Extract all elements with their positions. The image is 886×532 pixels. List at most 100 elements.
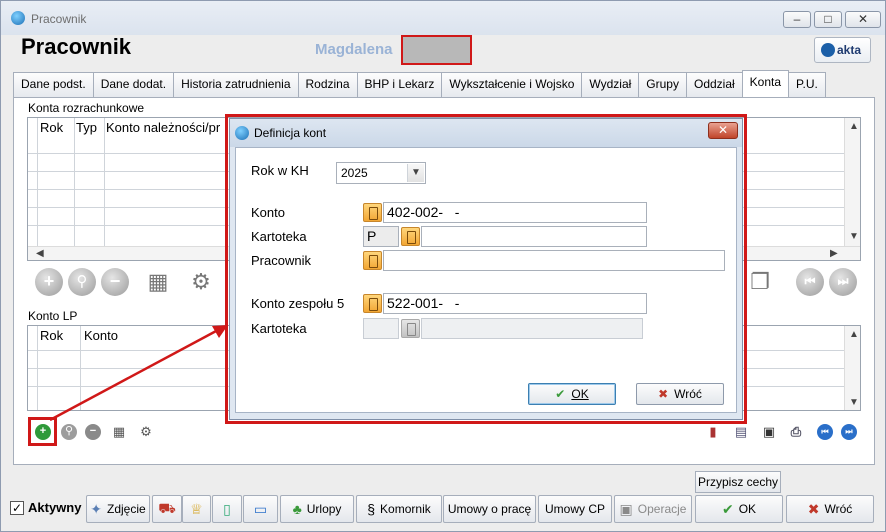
wroc-button[interactable]: ✖ Wróć — [786, 495, 874, 523]
tab-rodzina[interactable]: Rodzina — [297, 72, 358, 97]
konto-zespolu-field[interactable]: 522-001- - — [383, 293, 647, 314]
przypisz-cechy-button[interactable]: Przypisz cechy — [695, 471, 781, 493]
print-icon[interactable]: ⎙ — [788, 424, 804, 440]
zdjecie-button[interactable]: ✦ Zdjęcie — [86, 495, 150, 523]
dialog-wroc-button[interactable]: ✖ Wróć — [636, 383, 724, 405]
chevron-down-icon[interactable]: ▼ — [407, 164, 424, 182]
palm-tree-icon: ♣ — [292, 501, 302, 517]
konto-label: Konto — [251, 205, 285, 220]
pracownik-field[interactable] — [383, 250, 725, 271]
book-icon[interactable]: ▮ — [705, 424, 721, 440]
tab-grupy[interactable]: Grupy — [638, 72, 687, 97]
scroll-down-icon[interactable]: ▼ — [849, 231, 859, 242]
konto-picker-button[interactable] — [363, 203, 382, 222]
ok-button[interactable]: ✔ OK — [695, 495, 783, 523]
rok-label: Rok w KH — [251, 163, 309, 178]
tab-dane-podst[interactable]: Dane podst. — [13, 72, 94, 97]
column-header-typ[interactable]: Typ — [76, 120, 97, 135]
tab-dane-dodat[interactable]: Dane dodat. — [92, 72, 175, 97]
add-icon[interactable]: + — [35, 268, 63, 296]
komornik-button[interactable]: § Komornik — [356, 495, 442, 523]
cancel-icon: ✖ — [807, 500, 820, 517]
last-record-icon[interactable]: ⏭ — [829, 268, 857, 296]
trophy-button[interactable]: ♕ — [182, 495, 211, 523]
phone-button[interactable]: ▯ — [212, 495, 242, 523]
monitor-button[interactable]: ▭ — [243, 495, 278, 523]
copy-icon[interactable]: ❐ — [747, 269, 773, 295]
scroll-up-icon[interactable]: ▲ — [849, 121, 859, 132]
kartoteka2-label: Kartoteka — [251, 321, 307, 336]
scroll-up-icon[interactable]: ▲ — [849, 329, 859, 340]
column-header-rok[interactable]: Rok — [40, 328, 63, 343]
phone-icon: ▯ — [223, 500, 231, 517]
kartoteka-type-field[interactable]: P — [363, 226, 399, 247]
filter-icon[interactable]: ▦ — [145, 269, 171, 295]
check-icon: ✔ — [555, 387, 566, 401]
scroll-down-icon[interactable]: ▼ — [849, 397, 859, 408]
vertical-scrollbar[interactable]: ▲ ▼ — [844, 326, 860, 410]
check-icon: ✔ — [721, 500, 734, 517]
kartoteka2-field — [421, 318, 643, 339]
pracownik-label: Pracownik — [251, 253, 311, 268]
column-header-konto-naleznosci[interactable]: Konto należności/pr — [106, 120, 220, 135]
tab-historia-zatrudnienia[interactable]: Historia zatrudnienia — [173, 72, 299, 97]
tab-oddzial[interactable]: Oddział — [685, 72, 743, 97]
konto-zespolu-picker-button[interactable] — [363, 294, 382, 313]
redacted-name-box — [401, 35, 472, 65]
konto-field[interactable]: 402-002- - — [383, 202, 647, 223]
paragraph-icon: § — [367, 501, 376, 517]
search-icon[interactable]: ⚲ — [61, 424, 77, 440]
akta-logo-button[interactable]: akta — [814, 37, 871, 63]
minimize-button[interactable]: – — [783, 11, 811, 28]
first-record-icon[interactable]: ⏮ — [796, 268, 824, 296]
title-bar: Pracownik – □ ✕ — [1, 1, 885, 35]
gears-icon[interactable]: ⚙ — [188, 269, 214, 295]
tab-wydzial[interactable]: Wydział — [581, 72, 640, 97]
tab-bhp-lekarz[interactable]: BHP i Lekarz — [356, 72, 443, 97]
umowy-cp-button[interactable]: Umowy CP — [538, 495, 612, 523]
filter-icon[interactable]: ▦ — [111, 424, 127, 440]
column-header-rok[interactable]: Rok — [40, 120, 63, 135]
scroll-right-icon[interactable]: ▶ — [830, 248, 838, 259]
monitor-icon: ▭ — [253, 500, 268, 517]
app-icon — [235, 126, 249, 140]
kartoteka-picker-button[interactable] — [401, 227, 420, 246]
page-title: Pracownik — [21, 34, 132, 59]
dialog-title-bar: Definicja kont ✕ — [230, 119, 742, 147]
dialog-ok-button[interactable]: ✔ OK — [528, 383, 616, 405]
save-icon[interactable]: ▣ — [761, 424, 777, 440]
document-icon[interactable]: ▤ — [733, 424, 749, 440]
rok-select[interactable]: 2025 ▼ — [336, 162, 426, 184]
dialog-close-button[interactable]: ✕ — [708, 122, 738, 139]
scroll-left-icon[interactable]: ◀ — [36, 248, 44, 259]
tab-konta[interactable]: Konta — [741, 70, 790, 97]
search-icon[interactable]: ⚲ — [68, 268, 96, 296]
last-record-icon[interactable]: ⏭ — [841, 424, 857, 440]
operacje-button[interactable]: ▣ Operacje — [614, 495, 692, 523]
window-title: Pracownik — [31, 12, 87, 26]
column-header-konto[interactable]: Konto — [84, 328, 118, 343]
tab-pu[interactable]: P.U. — [788, 72, 826, 97]
pracownik-picker-button[interactable] — [363, 251, 382, 270]
close-button[interactable]: ✕ — [845, 11, 881, 28]
konto-lp-label: Konto LP — [28, 309, 78, 323]
urlopy-button[interactable]: ♣ Urlopy — [280, 495, 354, 523]
cancel-icon: ✖ — [658, 387, 669, 401]
tab-bar: Dane podst. Dane dodat. Historia zatrudn… — [13, 70, 826, 97]
maximize-button[interactable]: □ — [814, 11, 842, 28]
add-button-highlight — [28, 417, 57, 446]
kartoteka-field[interactable] — [421, 226, 647, 247]
gears-icon[interactable]: ⚙ — [138, 424, 154, 440]
trophy-icon: ♕ — [190, 500, 203, 517]
kartoteka-label: Kartoteka — [251, 229, 307, 244]
remove-icon[interactable]: − — [85, 424, 101, 440]
first-record-icon[interactable]: ⏮ — [817, 424, 833, 440]
car-button[interactable]: ⛟ — [152, 495, 182, 523]
tab-wyksztalcenie-wojsko[interactable]: Wykształcenie i Wojsko — [441, 72, 583, 97]
vertical-scrollbar[interactable]: ▲ ▼ — [844, 118, 860, 246]
umowy-o-prace-button[interactable]: Umowy o pracę — [443, 495, 536, 523]
definicja-kont-dialog: Definicja kont ✕ Rok w KH 2025 ▼ Konto 4… — [229, 118, 743, 420]
aktywny-checkbox[interactable]: ✓ — [10, 501, 24, 515]
car-icon: ⛟ — [158, 499, 176, 516]
remove-icon[interactable]: − — [101, 268, 129, 296]
